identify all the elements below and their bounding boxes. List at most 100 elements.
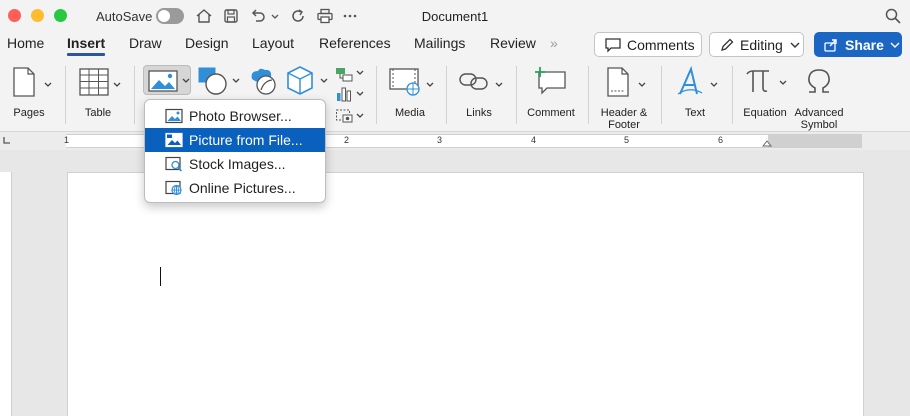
tab-review[interactable]: Review	[490, 35, 536, 51]
autosave-label: AutoSave	[96, 9, 153, 24]
ruler-number: 3	[437, 135, 443, 145]
editing-mode-button[interactable]: Editing	[709, 32, 804, 57]
tab-insert[interactable]: Insert	[67, 35, 106, 56]
menu-item-online-pictures[interactable]: Online Pictures...	[145, 176, 325, 200]
pi-icon	[746, 70, 769, 92]
advanced-symbol-label-line1: Advanced	[794, 107, 844, 119]
chart-chevron-down-icon[interactable]	[356, 91, 364, 97]
tab-mailings[interactable]: Mailings	[414, 35, 465, 51]
tab-draw[interactable]: Draw	[129, 35, 162, 51]
equation-button[interactable]: Equation	[739, 64, 791, 128]
header-footer-label-line2: Footer	[608, 119, 640, 131]
table-chevron-down-icon	[113, 82, 121, 87]
ruler-number: 5	[624, 135, 630, 145]
advanced-symbol-label-line2: Symbol	[800, 119, 838, 131]
ribbon-separator	[134, 66, 135, 124]
save-icon[interactable]	[222, 7, 240, 25]
pages-label: Pages	[13, 107, 45, 119]
pictures-button[interactable]	[143, 65, 191, 95]
picture-file-icon	[165, 132, 183, 148]
chart-icon[interactable]	[335, 86, 353, 102]
links-button[interactable]: Links	[455, 64, 505, 128]
comments-button[interactable]: Comments	[594, 32, 702, 57]
menu-item-photo-browser[interactable]: Photo Browser...	[145, 104, 325, 128]
ribbon-separator	[661, 66, 662, 124]
screenshot-icon[interactable]	[335, 107, 353, 123]
tab-design[interactable]: Design	[185, 35, 229, 51]
icons-button-icon[interactable]	[246, 65, 278, 97]
share-chevron-down-icon[interactable]	[890, 41, 900, 49]
picture-icon	[148, 70, 178, 92]
3d-models-chevron-down-icon	[320, 78, 328, 83]
shapes-chevron-down-icon	[232, 78, 240, 83]
document-title: Document1	[421, 9, 489, 24]
media-chevron-down-icon	[426, 82, 434, 87]
tab-references[interactable]: References	[319, 35, 391, 51]
horizontal-ruler[interactable]: 1 2 3 4 5 6 7	[0, 132, 910, 150]
comment-bubble-icon	[605, 37, 621, 53]
link-icon	[459, 73, 488, 90]
menu-item-label: Picture from File...	[189, 132, 303, 148]
3d-models-button[interactable]	[285, 65, 331, 97]
insert-ribbon: Pages Table Media Links Comment Header &…	[0, 58, 910, 132]
table-label: Table	[84, 107, 112, 119]
autosave-toggle[interactable]	[156, 8, 184, 24]
redo-icon[interactable]	[289, 7, 307, 25]
close-window-button[interactable]	[8, 9, 21, 22]
equation-label: Equation	[743, 107, 787, 119]
equation-chevron-down-icon	[779, 80, 787, 85]
header-footer-button[interactable]: Header & Footer	[596, 64, 652, 131]
media-icon	[389, 68, 420, 96]
share-button[interactable]: Share	[814, 32, 902, 57]
home-icon[interactable]	[195, 7, 213, 25]
pictures-chevron-down-icon	[182, 78, 190, 83]
advanced-symbol-button[interactable]: Advanced Symbol	[792, 64, 846, 131]
smartart-chevron-down-icon[interactable]	[356, 70, 364, 76]
text-box-icon	[677, 66, 703, 95]
right-margin-shade	[768, 135, 862, 147]
pages-chevron-down-icon	[44, 82, 52, 87]
media-label: Media	[395, 107, 425, 119]
minimize-window-button[interactable]	[31, 9, 44, 22]
text-label: Text	[684, 107, 706, 119]
print-icon[interactable]	[316, 7, 334, 25]
header-footer-label-line1: Header &	[600, 107, 648, 119]
new-comment-icon	[535, 67, 566, 95]
undo-icon[interactable]	[249, 7, 267, 25]
table-button[interactable]: Table	[75, 64, 125, 128]
text-button[interactable]: Text	[670, 64, 722, 128]
ribbon-separator	[588, 66, 589, 124]
zoom-window-button[interactable]	[54, 9, 67, 22]
cube-icon	[287, 66, 313, 95]
more-icon[interactable]	[341, 7, 359, 25]
links-chevron-down-icon	[495, 82, 503, 87]
new-comment-button[interactable]: Comment	[524, 64, 578, 128]
vertical-ruler[interactable]	[0, 172, 12, 416]
page-icon	[13, 67, 35, 97]
ribbon-separator	[446, 66, 447, 124]
document-canvas	[0, 150, 910, 416]
document-page[interactable]	[67, 172, 864, 416]
menu-item-picture-from-file[interactable]: Picture from File...	[145, 128, 325, 152]
ribbon-separator	[65, 66, 66, 124]
header-footer-chevron-down-icon	[638, 82, 646, 87]
tab-layout[interactable]: Layout	[252, 35, 294, 51]
undo-dropdown-icon[interactable]	[270, 7, 280, 25]
smartart-icon[interactable]	[335, 66, 353, 82]
text-cursor	[160, 267, 161, 286]
tab-home[interactable]: Home	[7, 35, 44, 51]
text-chevron-down-icon	[710, 82, 718, 87]
right-indent-marker[interactable]	[762, 139, 772, 147]
links-label: Links	[466, 107, 492, 119]
ruler-number: 6	[718, 135, 724, 145]
shapes-button[interactable]	[195, 65, 243, 95]
search-icon[interactable]	[884, 7, 902, 25]
menu-item-stock-images[interactable]: Stock Images...	[145, 152, 325, 176]
pages-button[interactable]: Pages	[8, 64, 58, 128]
media-button[interactable]: Media	[386, 64, 436, 128]
tab-overflow-button[interactable]: »	[550, 35, 558, 51]
online-pictures-icon	[165, 180, 182, 196]
ruler-number: 2	[344, 135, 350, 145]
tab-selector-icon[interactable]	[2, 135, 12, 145]
screenshot-chevron-down-icon[interactable]	[356, 113, 364, 119]
